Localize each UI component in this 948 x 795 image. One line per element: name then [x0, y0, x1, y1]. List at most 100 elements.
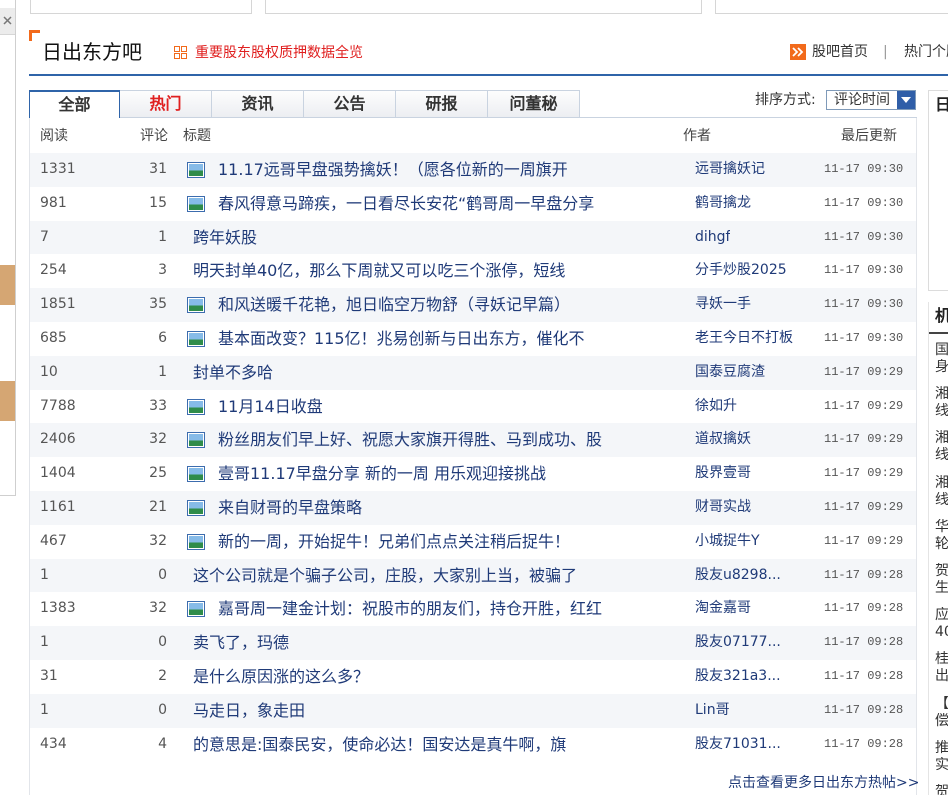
author-link[interactable]: 股友07177...: [695, 626, 781, 660]
post-title-link[interactable]: 嘉哥周一建金计划：祝股市的朋友们，持仓开胜，红红: [218, 592, 602, 626]
table-row[interactable]: 1851 35 和风送暖千花艳，旭日临空万物舒（寻妖记早篇） 寻妖一手 11-17 09…: [30, 288, 916, 322]
author-link[interactable]: 淘金嘉哥: [695, 592, 751, 626]
pledge-data-link[interactable]: 重要股东股权质押数据全览: [195, 44, 363, 62]
guba-home-link[interactable]: 股吧首页: [812, 43, 868, 61]
post-title-link[interactable]: 壹哥11.17早盘分享 新的一周 用乐观迎接挑战: [218, 457, 546, 491]
table-row[interactable]: 467 32 新的一周，开始捉牛！兄弟们点点关注稍后捉牛！ 小城捉牛Y 11-17 09…: [30, 525, 916, 559]
post-title-link[interactable]: 粉丝朋友们早上好、祝愿大家旗开得胜、马到成功、股: [218, 423, 602, 457]
comment-count: 2: [158, 668, 167, 684]
sidebar-news-item[interactable]: 国身: [935, 342, 948, 376]
panel-tab[interactable]: [0, 265, 15, 305]
table-row[interactable]: 981 15 春风得意马蹄疾，一日看尽长安花“鹤哥周一早盘分享 鹤哥擒龙 11-17 0…: [30, 187, 916, 221]
hot-stocks-link[interactable]: 热门个股: [904, 43, 948, 61]
post-title-link[interactable]: 封单不多哈: [193, 356, 273, 390]
sidebar-news-text: 湘: [935, 430, 948, 447]
post-title-link[interactable]: 的意思是:国泰民安，使命必达！国安达是真牛啊，旗: [193, 728, 566, 762]
post-title-link[interactable]: 明天封单40亿，那么下周就又可以吃三个涨停，短线: [193, 254, 565, 288]
comment-count: 32: [149, 600, 167, 617]
author-link[interactable]: 小城捉牛Y: [695, 525, 760, 559]
tab-ask-secretary[interactable]: 问董秘: [488, 90, 580, 118]
panel-close-button[interactable]: [0, 8, 15, 35]
table-row[interactable]: 434 4 的意思是:国泰民安，使命必达！国安达是真牛啊，旗 股友71031... 11…: [30, 728, 916, 762]
sidebar-news-item[interactable]: 推实: [935, 740, 948, 774]
post-title-link[interactable]: 和风送暖千花艳，旭日临空万物舒（寻妖记早篇）: [218, 288, 570, 322]
last-update-time: 11-17 09:30: [824, 297, 904, 312]
post-title-link[interactable]: 基本面改变？115亿！兆易创新与日出东方，催化不: [218, 322, 585, 356]
tab-news[interactable]: 资讯: [212, 90, 304, 118]
table-row[interactable]: 2406 32 粉丝朋友们早上好、祝愿大家旗开得胜、马到成功、股 道叔擒妖 11-17 …: [30, 423, 916, 458]
author-link[interactable]: 道叔擒妖: [695, 423, 751, 457]
read-count: 467: [40, 532, 67, 549]
author-link[interactable]: 国泰豆腐渣: [695, 356, 765, 390]
sidebar-news-item[interactable]: 湘线: [935, 430, 948, 464]
table-row[interactable]: 31 2 是什么原因涨的这么多？ 股友321a3... 11-17 09:28: [30, 660, 916, 694]
sidebar-news-item[interactable]: 华轮: [935, 519, 948, 553]
comment-count: 32: [149, 532, 167, 549]
tab-research[interactable]: 研报: [396, 90, 488, 118]
sidebar-news-item[interactable]: 桂出: [935, 651, 948, 685]
author-link[interactable]: 股界壹哥: [695, 457, 751, 491]
table-row[interactable]: 7 1 跨年妖股 dihgf 11-17 09:30: [30, 220, 916, 255]
post-title-link[interactable]: 新的一周，开始捉牛！兄弟们点点关注稍后捉牛！: [218, 525, 570, 559]
read-count: 1331: [40, 161, 76, 177]
sort-dropdown-button[interactable]: [897, 91, 915, 109]
post-title-link[interactable]: 马走日，象走田: [193, 694, 305, 728]
comment-count: 0: [158, 566, 167, 583]
table-row[interactable]: 1 0 马走日，象走田 Lin哥 11-17 09:28: [30, 693, 916, 728]
sidebar-news-item[interactable]: 贺: [935, 784, 948, 795]
author-link[interactable]: 股友321a3...: [695, 660, 781, 694]
sidebar-news-item[interactable]: 【偿: [935, 696, 948, 730]
table-row[interactable]: 7788 33 11月14日收盘 徐如升 11-17 09:29: [30, 390, 916, 424]
sort-select[interactable]: 评论时间: [826, 90, 916, 110]
read-count: 1851: [40, 296, 76, 313]
last-update-time: 11-17 09:30: [824, 331, 904, 345]
table-row[interactable]: 1383 32 嘉哥周一建金计划：祝股市的朋友们，持仓开胜，红红 淘金嘉哥 11-17 …: [30, 592, 916, 626]
table-row[interactable]: 1 0 这个公司就是个骗子公司，庄股，大家别上当，被骗了 股友u8298... 11-1…: [30, 558, 916, 593]
author-link[interactable]: 股友u8298...: [695, 559, 781, 593]
sidebar-news-item[interactable]: 应40: [935, 607, 948, 641]
table-row[interactable]: 1331 31 11.17远哥早盘强势擒妖！（愿各位新的一周旗开 远哥擒妖记 11-17…: [30, 153, 916, 187]
table-row[interactable]: 1161 21 来自财哥的早盘策略 财哥实战 11-17 09:29: [30, 491, 916, 525]
author-link[interactable]: 财哥实战: [695, 491, 751, 525]
post-title-link[interactable]: 是什么原因涨的这么多？: [193, 660, 369, 694]
comment-count: 15: [149, 194, 167, 211]
tab-all[interactable]: 全部: [29, 90, 120, 118]
author-link[interactable]: 老王今日不打板: [695, 322, 793, 356]
read-count: 1: [40, 566, 49, 583]
sidebar-news-item[interactable]: 湘线: [935, 386, 948, 420]
more-posts-link[interactable]: 点击查看更多日出东方热帖>>: [728, 774, 919, 792]
top-banner-box[interactable]: [265, 0, 702, 14]
panel-tab[interactable]: [0, 381, 15, 421]
author-link[interactable]: dihgf: [695, 221, 730, 255]
post-title-link[interactable]: 11.17远哥早盘强势擒妖！（愿各位新的一周旗开: [218, 153, 568, 187]
table-row[interactable]: 685 6 基本面改变？115亿！兆易创新与日出东方，催化不 老王今日不打板 11-17…: [30, 322, 916, 356]
post-title-link[interactable]: 卖飞了，玛德: [193, 626, 289, 660]
table-row[interactable]: 254 3 明天封单40亿，那么下周就又可以吃三个涨停，短线 分手炒股2025 11-1…: [30, 254, 916, 288]
author-link[interactable]: 分手炒股2025: [695, 254, 787, 288]
author-link[interactable]: 鹤哥擒龙: [695, 187, 751, 221]
author-link[interactable]: 远哥擒妖记: [695, 153, 765, 187]
read-count: 1404: [40, 465, 76, 482]
sidebar-news-item[interactable]: 湘线: [935, 475, 948, 509]
double-chevron-icon: [790, 44, 806, 60]
table-row[interactable]: 1404 25 壹哥11.17早盘分享 新的一周 用乐观迎接挑战 股界壹哥 11-17 …: [30, 457, 916, 491]
post-title-link[interactable]: 这个公司就是个骗子公司，庄股，大家别上当，被骗了: [193, 559, 577, 593]
author-link[interactable]: 徐如升: [695, 390, 737, 424]
post-title-link[interactable]: 11月14日收盘: [218, 390, 323, 424]
author-link[interactable]: Lin哥: [695, 694, 730, 728]
sidebar-news-text: 出: [935, 668, 948, 685]
top-banner-box[interactable]: [30, 0, 252, 14]
read-count: 7788: [40, 397, 76, 414]
table-row[interactable]: 1 0 卖飞了，玛德 股友07177... 11-17 09:28: [30, 626, 916, 660]
table-row[interactable]: 10 1 封单不多哈 国泰豆腐渣 11-17 09:29: [30, 355, 916, 390]
sidebar-news-text: 湘: [935, 474, 948, 491]
author-link[interactable]: 寻妖一手: [695, 288, 751, 322]
tab-hot[interactable]: 热门: [120, 90, 212, 118]
tab-announcements[interactable]: 公告: [304, 90, 396, 118]
sidebar-news-item[interactable]: 贺生: [935, 563, 948, 597]
author-link[interactable]: 股友71031...: [695, 728, 781, 762]
top-banner-box[interactable]: [715, 0, 948, 14]
post-title-link[interactable]: 春风得意马蹄疾，一日看尽长安花“鹤哥周一早盘分享: [218, 187, 594, 221]
post-title-link[interactable]: 跨年妖股: [193, 221, 257, 255]
post-title-link[interactable]: 来自财哥的早盘策略: [218, 491, 362, 525]
